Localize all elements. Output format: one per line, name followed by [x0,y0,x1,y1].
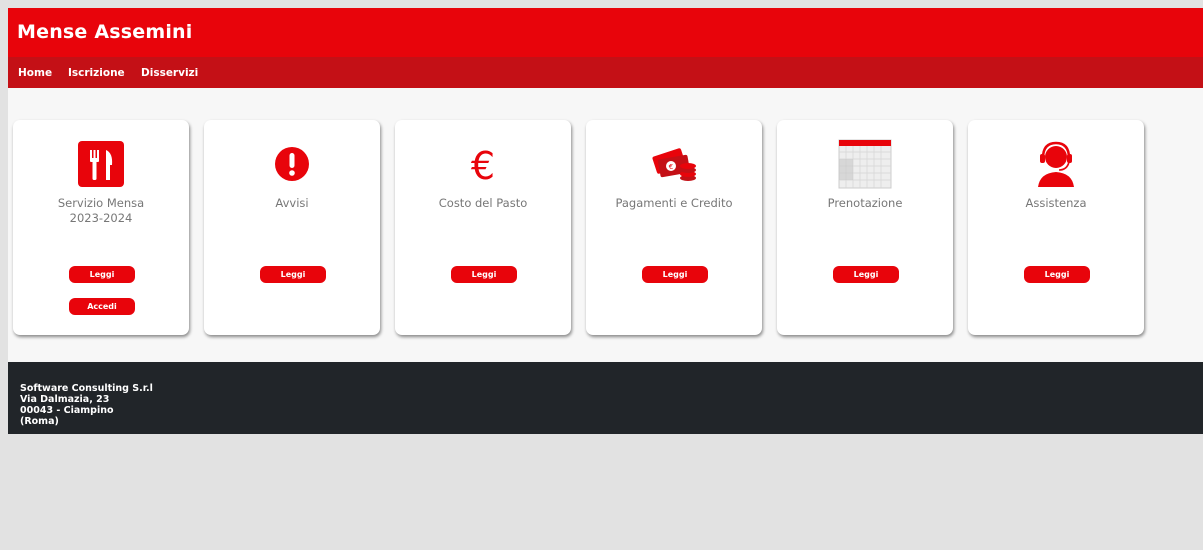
svg-text:€: € [471,144,495,184]
card-title: Servizio Mensa 2023-2024 [57,196,145,225]
svg-text:€: € [669,163,673,171]
footer-province: (Roma) [20,416,59,427]
header-bar: Mense Assemini [8,8,1203,57]
footer-address: Via Dalmazia, 23 [20,394,110,405]
page: Mense Assemini Home Iscrizione Disserviz… [8,8,1203,550]
card-title: Prenotazione [827,196,903,210]
card-title: Avvisi [275,196,309,210]
nav-bar: Home Iscrizione Disservizi [8,57,1203,88]
euro-icon: € [395,137,571,191]
app-title: Mense Assemini [17,21,193,43]
leggi-button[interactable]: Leggi [833,266,899,283]
card-servizio-mensa: Servizio Mensa 2023-2024 Leggi Accedi [13,120,189,335]
card-costo-del-pasto: € Costo del Pasto Leggi [395,120,571,335]
card-prenotazione: Prenotazione Leggi [777,120,953,335]
footer-company: Software Consulting S.r.l [20,383,153,394]
fork-knife-icon [13,137,189,191]
nav-item-iscrizione[interactable]: Iscrizione [68,67,125,79]
card-title: Costo del Pasto [438,196,528,210]
leggi-button[interactable]: Leggi [260,266,326,283]
nav-item-disservizi[interactable]: Disservizi [141,67,198,79]
footer: Software Consulting S.r.l Via Dalmazia, … [8,362,1203,434]
card-assistenza: Assistenza Leggi [968,120,1144,335]
footer-city: 00043 - Ciampino [20,405,114,416]
leggi-button[interactable]: Leggi [642,266,708,283]
exclamation-icon [204,137,380,191]
calendar-icon [777,137,953,191]
accedi-button[interactable]: Accedi [69,298,135,315]
card-title: Pagamenti e Credito [615,196,733,210]
card-pagamenti-e-credito: € Pagamenti e Credito Leggi [586,120,762,335]
nav-item-home[interactable]: Home [18,67,52,79]
card-title: Assistenza [1025,196,1087,210]
headset-icon [968,137,1144,191]
money-icon: € [586,137,762,191]
card-avvisi: Avvisi Leggi [204,120,380,335]
leggi-button[interactable]: Leggi [451,266,517,283]
leggi-button[interactable]: Leggi [69,266,135,283]
main-content: Servizio Mensa 2023-2024 Leggi Accedi Av… [8,88,1203,362]
leggi-button[interactable]: Leggi [1024,266,1090,283]
